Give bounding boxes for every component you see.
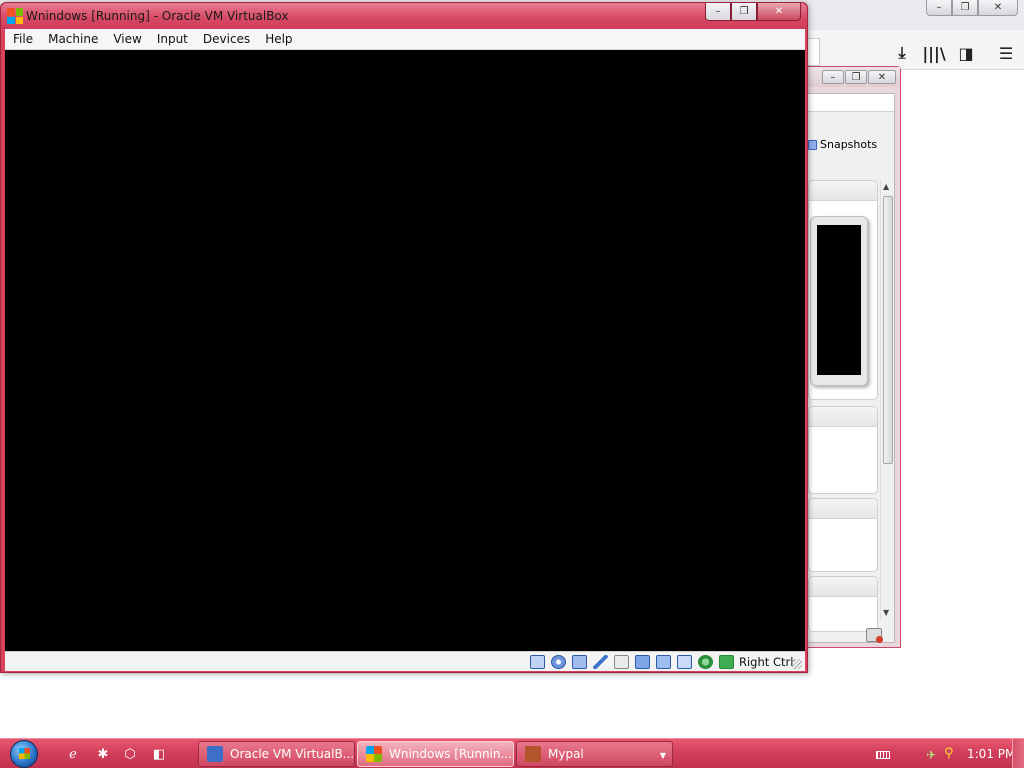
vm-menubar: File Machine View Input Devices Help	[5, 29, 805, 50]
menu-input[interactable]: Input	[149, 32, 195, 46]
browser-minimize-button[interactable]: –	[926, 0, 952, 16]
mouse-integration-icon[interactable]	[677, 655, 692, 669]
chevron-down-icon: ▼	[659, 751, 666, 760]
shared-folders-icon[interactable]	[614, 655, 629, 669]
vm-close-button[interactable]: ✕	[757, 3, 801, 21]
snapshots-label: Snapshots	[820, 138, 878, 151]
manager-close-button[interactable]: ✕	[868, 70, 896, 84]
internet-explorer-icon[interactable]: ℯ	[64, 745, 82, 763]
virtualbox-icon	[207, 746, 223, 762]
virtualbox-app-icon	[7, 8, 23, 24]
resize-grip[interactable]	[792, 659, 802, 669]
vm-preview-thumbnail	[810, 216, 868, 386]
virtualbox-launcher-icon[interactable]: ⬡	[121, 745, 139, 763]
task-vm-window[interactable]: Wnindows [Runnin...	[357, 741, 514, 767]
network-icon[interactable]	[572, 655, 587, 669]
taskbar: ℯ ✱ ⬡ ◧ Oracle VM VirtualB... Wnindows […	[0, 738, 1024, 768]
search-icon[interactable]: ⚲	[944, 746, 958, 761]
menu-icon[interactable]: ☰	[995, 42, 1017, 64]
browser-window-controls: – ❐ ✕	[926, 0, 1018, 16]
menu-file[interactable]: File	[5, 32, 40, 46]
menu-machine[interactable]: Machine	[40, 32, 105, 46]
show-desktop-button[interactable]	[1012, 739, 1024, 768]
manager-toolbar	[798, 94, 894, 112]
clock[interactable]: 1:01 PM	[967, 747, 1015, 761]
mypal-launcher-icon[interactable]: ✱	[94, 745, 112, 763]
mypal-icon	[525, 746, 541, 762]
optical-drive-icon[interactable]	[551, 655, 566, 669]
vm-minimize-button[interactable]: –	[705, 3, 731, 21]
vm-window-icon	[366, 746, 382, 762]
sidebar-icon[interactable]: ◨	[955, 42, 977, 64]
notification-icon[interactable]	[866, 628, 883, 643]
display-icon[interactable]	[635, 655, 650, 669]
details-panel-3	[808, 576, 878, 632]
task-mypal[interactable]: Mypal ▼	[516, 741, 673, 767]
system-tray: ✈ ⚲ 1:01 PM	[870, 739, 1024, 768]
menu-help[interactable]: Help	[257, 32, 299, 46]
hard-disk-icon[interactable]	[530, 655, 545, 669]
browser-maximize-button[interactable]: ❐	[952, 0, 978, 16]
video-capture-icon[interactable]	[656, 655, 671, 669]
manager-window-controls: – ❐ ✕	[822, 70, 896, 84]
menu-view[interactable]: View	[105, 32, 148, 46]
snapshots-icon	[808, 139, 817, 150]
browser-close-button[interactable]: ✕	[978, 0, 1018, 16]
scroll-up-icon[interactable]: ▲	[883, 182, 889, 191]
vm-window-controls: – ❐ ✕	[705, 3, 801, 21]
vm-display[interactable]	[5, 50, 805, 651]
explorer-launcher-icon[interactable]: ◧	[150, 745, 168, 763]
keyboard-icon[interactable]	[876, 751, 890, 759]
scrollbar-thumb[interactable]	[883, 196, 893, 464]
library-icon[interactable]: |||\	[922, 42, 945, 64]
usb-icon[interactable]	[593, 655, 608, 669]
details-panel-2	[808, 498, 878, 572]
manager-content: Snapshots ▲ ▼	[797, 93, 895, 643]
network-tray-icon[interactable]: ✈	[926, 748, 938, 762]
vm-maximize-button[interactable]: ❐	[731, 3, 757, 21]
task-virtualbox-manager[interactable]: Oracle VM VirtualB...	[198, 741, 355, 767]
host-key-icon[interactable]	[719, 655, 734, 669]
details-panel	[808, 406, 878, 494]
download-icon[interactable]: ⤓	[891, 42, 913, 64]
scroll-down-icon[interactable]: ▼	[883, 608, 889, 617]
vm-window-title: Wnindows [Running] - Oracle VM VirtualBo…	[26, 9, 289, 23]
vm-window: Wnindows [Running] - Oracle VM VirtualBo…	[0, 2, 808, 673]
menu-devices[interactable]: Devices	[195, 32, 257, 46]
vm-statusbar: Right Ctrl	[5, 651, 805, 671]
task-label: Oracle VM VirtualB...	[230, 747, 355, 761]
task-label: Wnindows [Runnin...	[389, 747, 512, 761]
manager-scrollbar[interactable]: ▲ ▼	[880, 180, 894, 620]
manager-maximize-button[interactable]: ❐	[845, 70, 867, 84]
vm-titlebar[interactable]: Wnindows [Running] - Oracle VM VirtualBo…	[1, 3, 807, 29]
host-key-label: Right Ctrl	[739, 655, 794, 669]
vt-x-icon[interactable]	[698, 655, 713, 669]
start-button[interactable]	[6, 740, 42, 768]
snapshots-tab[interactable]: Snapshots	[808, 138, 877, 151]
manager-minimize-button[interactable]: –	[822, 70, 844, 84]
windows-logo-icon	[10, 740, 38, 768]
task-label: Mypal	[548, 747, 584, 761]
